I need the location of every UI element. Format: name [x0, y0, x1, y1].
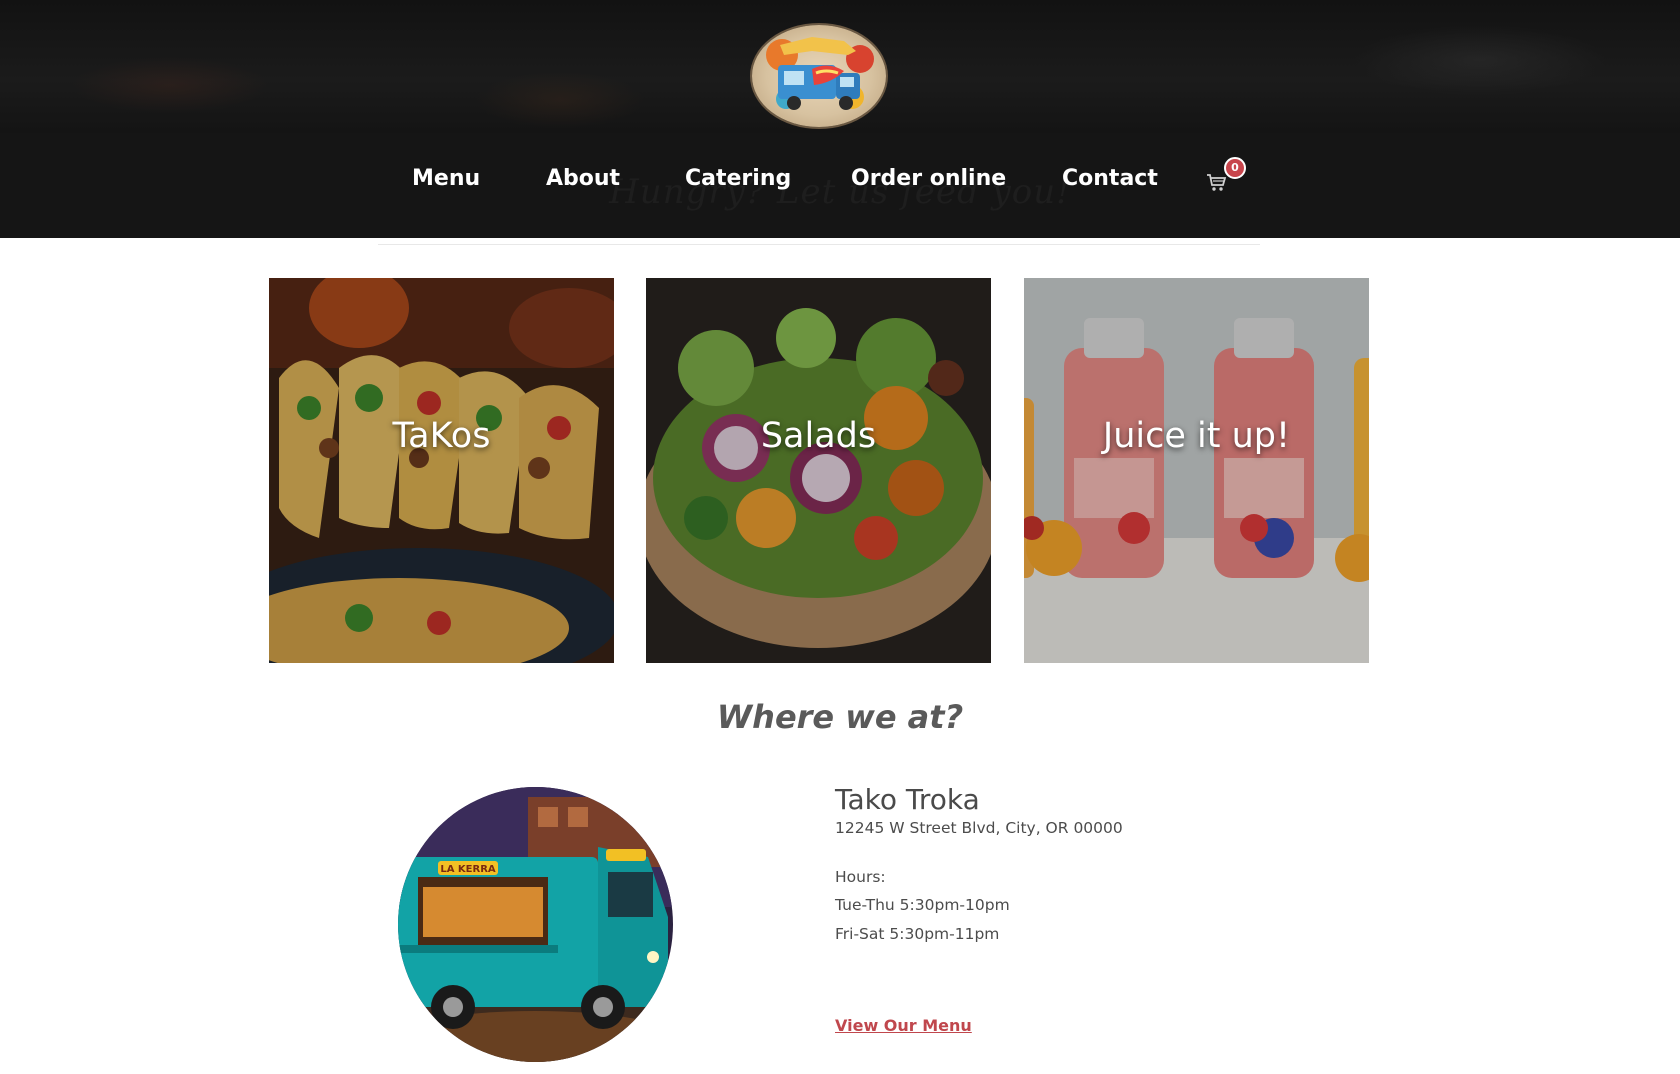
nav-contact[interactable]: Contact: [1062, 166, 1158, 198]
nav-about[interactable]: About: [546, 166, 620, 198]
site-logo[interactable]: [752, 25, 886, 127]
hours-weekend: Fri-Sat 5:30pm-11pm: [835, 925, 1000, 943]
truck-sign-text: LA KERRA: [440, 864, 496, 875]
tile-overlay: [646, 278, 991, 663]
logo-graphic: [766, 37, 874, 110]
hours-weekday: Tue-Thu 5:30pm-10pm: [835, 896, 1010, 914]
nav-catering[interactable]: Catering: [685, 166, 791, 198]
tile-overlay: [1024, 278, 1369, 663]
food-truck-graphic: LA KERRA: [398, 787, 673, 1062]
location-address: 12245 W Street Blvd, City, OR 00000: [835, 819, 1123, 837]
tile-salads[interactable]: Salads: [646, 278, 991, 663]
location-name: Tako Troka: [835, 783, 980, 816]
tile-overlay: [269, 278, 614, 663]
tile-juice[interactable]: Juice it up!: [1024, 278, 1369, 663]
shopping-cart-icon[interactable]: [1206, 173, 1228, 193]
nav-menu[interactable]: Menu: [412, 166, 480, 198]
main-nav: [0, 133, 1680, 238]
food-truck-image: LA KERRA: [398, 787, 673, 1062]
cart-count-badge: 0: [1224, 157, 1246, 179]
location-heading: Where we at?: [716, 698, 964, 736]
tile-label-salads: Salads: [760, 416, 877, 456]
nav-order-online[interactable]: Order online: [851, 166, 1006, 198]
tile-label-tacos: TaKos: [392, 416, 491, 456]
hours-label: Hours:: [835, 868, 886, 886]
tile-tacos[interactable]: TaKos: [269, 278, 614, 663]
header-divider: [378, 244, 1260, 245]
tile-label-juice: Juice it up!: [1102, 416, 1291, 456]
view-menu-link[interactable]: View Our Menu: [835, 1016, 972, 1035]
